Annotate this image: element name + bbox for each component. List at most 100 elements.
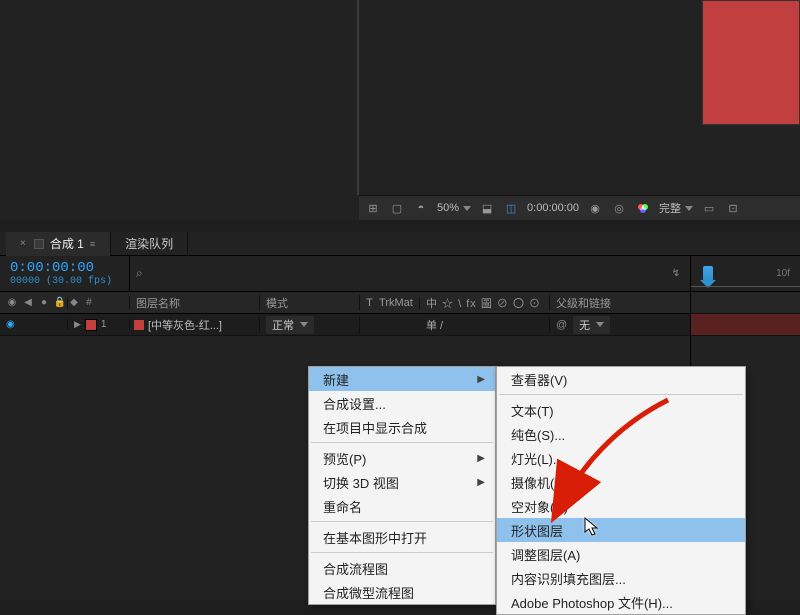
roi-icon[interactable]: ◫ — [503, 201, 519, 215]
layer-color-swatch[interactable] — [85, 319, 97, 331]
menu-item[interactable]: 纯色(S)... — [497, 422, 745, 446]
menu-item[interactable]: 调整图层(A) — [497, 542, 745, 566]
menu-separator — [311, 521, 493, 522]
menu-item[interactable]: 合成设置... — [309, 391, 495, 415]
parent-value: 无 — [579, 317, 590, 333]
layer-switches-cell: 单 / — [420, 317, 550, 333]
layer-name-cell[interactable]: [中等灰色-红...] — [130, 317, 260, 333]
tab-composition[interactable]: × 合成 1 ≡ — [6, 232, 111, 256]
layer-name-header[interactable]: 图层名称 — [130, 295, 260, 311]
tab-menu-icon[interactable]: ≡ — [90, 239, 96, 249]
menu-item[interactable]: 新建▶ — [309, 367, 495, 391]
menu-item[interactable]: 预览(P)▶ — [309, 446, 495, 470]
close-icon[interactable]: × — [20, 238, 26, 249]
menu-separator — [499, 394, 743, 395]
menu-item[interactable]: 空对象(N) — [497, 494, 745, 518]
grid-icon[interactable]: ⊞ — [365, 201, 381, 215]
solid-icon — [134, 320, 144, 330]
menu-item[interactable]: 摄像机(C)... — [497, 470, 745, 494]
submenu-arrow-icon: ▶ — [477, 453, 485, 464]
frame-fps: 00000 (30.00 fps) — [10, 276, 119, 287]
composition-viewer — [0, 0, 800, 220]
time-ruler[interactable]: 10f — [691, 256, 800, 292]
label-index-header: ◆ # — [68, 296, 130, 309]
tab-render-queue[interactable]: 渲染队列 — [111, 232, 188, 256]
chevron-down-icon — [463, 206, 471, 211]
solo-icon: ● — [38, 297, 50, 309]
channel-icon[interactable] — [635, 201, 651, 215]
layer-label-index: ▶ 1 — [68, 319, 130, 331]
speaker-icon: ◀ — [22, 297, 34, 309]
chevron-down-icon — [300, 322, 308, 327]
submenu-arrow-icon: ▶ — [477, 374, 485, 385]
menu-item[interactable]: 内容识别填充图层... — [497, 566, 745, 590]
layer-name-text: [中等灰色-红...] — [148, 317, 222, 333]
blend-mode-dropdown[interactable]: 正常 — [266, 316, 314, 334]
viewer-toolbar: ⊞ ▢ ◓ 50% ⬓ ◫ 0:00:00:00 ◉ ◎ 完整 ▭ ⊡ — [359, 195, 800, 220]
tab-label: 合成 1 — [50, 235, 84, 252]
menu-item[interactable]: 形状图层 — [497, 518, 745, 542]
chevron-down-icon — [596, 322, 604, 327]
mask-icon[interactable]: ◓ — [413, 201, 429, 215]
expand-caret[interactable]: ▶ — [74, 319, 81, 330]
layer-mode-cell: 正常 — [260, 316, 360, 334]
av-features-header: ◉ ◀ ● 🔒 — [0, 297, 68, 309]
zoom-dropdown[interactable]: 50% — [437, 202, 471, 214]
pickwhip-icon[interactable]: @ — [556, 319, 567, 331]
search-icon[interactable]: ⌕ — [136, 266, 143, 281]
layer-row[interactable]: ◉ ▶ 1 [中等灰色-红...] 正常 单 / @ 无 — [0, 314, 800, 336]
show-snapshot-icon[interactable]: ◎ — [611, 201, 627, 215]
mode-value: 正常 — [272, 317, 294, 333]
snapshot-icon[interactable]: ◉ — [587, 201, 603, 215]
context-menu-composition[interactable]: 新建▶合成设置...在项目中显示合成预览(P)▶切换 3D 视图▶重命名在基本图… — [308, 366, 496, 605]
display-icon[interactable]: ▢ — [389, 201, 405, 215]
menu-item[interactable]: 合成微型流程图 — [309, 580, 495, 604]
context-menu-new-submenu[interactable]: 查看器(V) 文本(T)纯色(S)...灯光(L)...摄像机(C)...空对象(… — [496, 366, 746, 615]
tab-label: 渲染队列 — [125, 235, 173, 252]
label-icon: ◆ — [68, 297, 80, 309]
layer-duration-bar[interactable] — [691, 314, 800, 336]
lock-icon: 🔒 — [54, 297, 66, 309]
menu-item[interactable]: Adobe Photoshop 文件(H)... — [497, 590, 745, 614]
trkmat-header[interactable]: T TrkMat — [360, 297, 420, 309]
layer-av: ◉ — [0, 319, 68, 330]
resolution-icon[interactable]: ⬓ — [479, 201, 495, 215]
viewer-divider — [357, 0, 359, 195]
quality-dropdown[interactable]: 完整 — [659, 200, 693, 216]
switches-text: 单 / — [426, 317, 443, 333]
menu-item[interactable]: 灯光(L)... — [497, 446, 745, 470]
comp-icon — [34, 239, 44, 249]
chevron-down-icon — [685, 206, 693, 211]
viewer-timecode[interactable]: 0:00:00:00 — [527, 202, 579, 214]
view-layout-icon[interactable]: ▭ — [701, 201, 717, 215]
menu-item[interactable]: 重命名 — [309, 494, 495, 518]
columns-header: ◉ ◀ ● 🔒 ◆ # 图层名称 模式 T TrkMat 中 ☆ \ fx 圖 … — [0, 292, 800, 314]
menu-item[interactable]: 文本(T) — [497, 398, 745, 422]
ruler-column-head — [691, 292, 800, 314]
switches-header[interactable]: 中 ☆ \ fx 圖 ⊘ 〇 ⊙ — [420, 295, 550, 311]
parent-dropdown[interactable]: 无 — [573, 316, 610, 334]
menu-item[interactable]: 在基本图形中打开 — [309, 525, 495, 549]
submenu-arrow-icon: ▶ — [477, 477, 485, 488]
eye-icon: ◉ — [6, 297, 18, 309]
menu-separator — [311, 442, 493, 443]
menu-item[interactable]: 切换 3D 视图▶ — [309, 470, 495, 494]
quality-value: 完整 — [659, 200, 681, 216]
timeline-header: 0:00:00:00 00000 (30.00 fps) ⌕ ↯ ✦ ⊘ ▥ ◐… — [0, 256, 800, 292]
fast-preview-icon[interactable]: ⊡ — [725, 201, 741, 215]
cti-playhead[interactable] — [703, 266, 713, 280]
viewer-red-solid[interactable] — [702, 0, 800, 125]
composition-mini-flowchart-icon[interactable]: ↯ — [670, 268, 682, 280]
menu-item[interactable]: 查看器(V) — [497, 367, 745, 391]
visibility-toggle[interactable]: ◉ — [6, 319, 15, 330]
layer-index: 1 — [101, 319, 107, 330]
menu-item[interactable]: 在项目中显示合成 — [309, 415, 495, 439]
panel-tabs: × 合成 1 ≡ 渲染队列 — [0, 232, 800, 256]
mode-header[interactable]: 模式 — [260, 295, 360, 311]
menu-separator — [311, 552, 493, 553]
ruler-tick-label: 10f — [776, 268, 790, 279]
menu-item[interactable]: 合成流程图 — [309, 556, 495, 580]
current-time[interactable]: 0:00:00:00 — [10, 260, 119, 276]
timeline-search-bar: ⌕ — [130, 256, 670, 291]
timecode-block[interactable]: 0:00:00:00 00000 (30.00 fps) — [0, 256, 130, 291]
